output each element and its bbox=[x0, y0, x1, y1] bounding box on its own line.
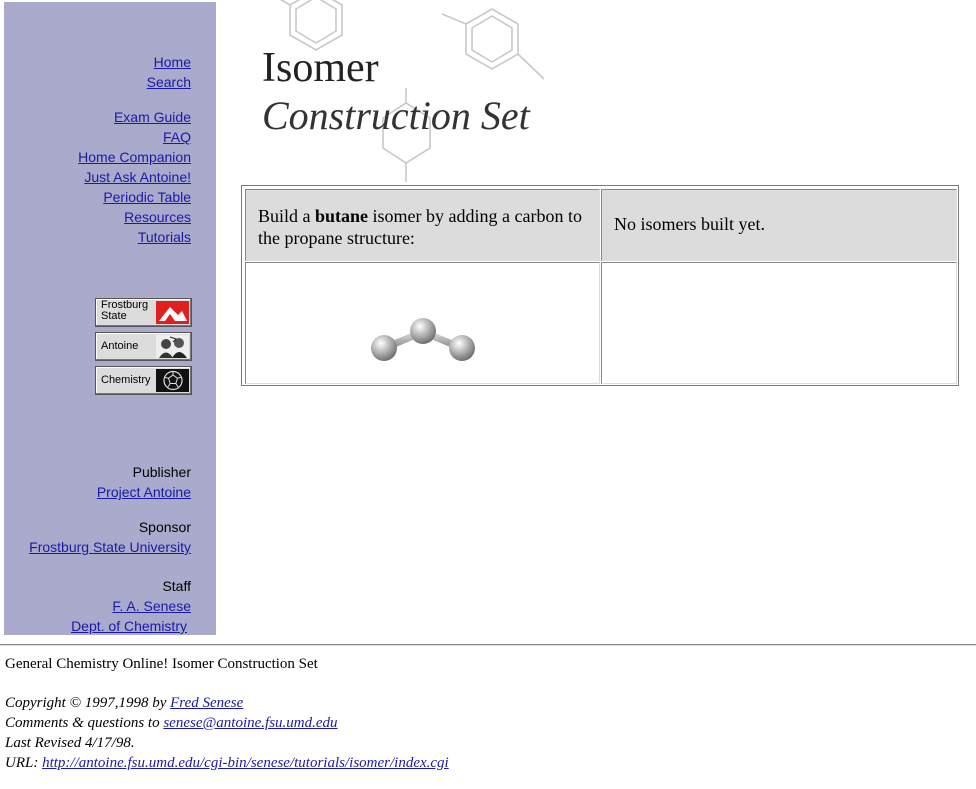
chemistry-badge-text: Chemistry bbox=[101, 374, 151, 386]
page-url-link[interactable]: http://antoine.fsu.umd.edu/cgi-bin/senes… bbox=[42, 755, 449, 771]
nav-link-search[interactable]: Search bbox=[147, 74, 191, 91]
sidebar: Home Search Exam Guide FAQ Home Companio… bbox=[4, 2, 216, 635]
nav-link-resources[interactable]: Resources bbox=[124, 209, 191, 226]
sponsor-link[interactable]: Frostburg State University bbox=[29, 539, 191, 556]
copyright-text: Copyright © 1997,1998 by bbox=[5, 695, 171, 711]
footer-title: General Chemistry Online! Isomer Constru… bbox=[5, 656, 318, 672]
url-label: URL: bbox=[5, 755, 43, 771]
instruction-text-bold: butane bbox=[315, 206, 369, 226]
carbon-atom-2[interactable] bbox=[410, 318, 436, 344]
nav-link-exam-guide[interactable]: Exam Guide bbox=[114, 109, 191, 126]
author-link[interactable]: Fred Senese bbox=[170, 695, 243, 711]
chemistry-badge[interactable]: Chemistry bbox=[95, 366, 192, 395]
footer-comments: Comments & questions to senese@antoine.f… bbox=[5, 715, 338, 732]
frostburg-badge-line2: State bbox=[101, 310, 127, 322]
nav-link-just-ask-antoine[interactable]: Just Ask Antoine! bbox=[84, 169, 191, 186]
isomer-status-text: No isomers built yet. bbox=[614, 214, 765, 234]
comments-text: Comments & questions to bbox=[5, 715, 164, 731]
nav-link-periodic-table[interactable]: Periodic Table bbox=[103, 189, 191, 206]
nav-link-home-companion[interactable]: Home Companion bbox=[78, 149, 191, 166]
footer-divider bbox=[0, 644, 976, 646]
staff-label: Staff bbox=[162, 578, 191, 594]
footer-copyright: Copyright © 1997,1998 by Fred Senese bbox=[5, 695, 243, 712]
mountain-logo-icon bbox=[156, 301, 189, 324]
carbon-atom-3[interactable] bbox=[449, 335, 475, 361]
sponsor-label: Sponsor bbox=[138, 519, 191, 535]
email-link[interactable]: senese@antoine.fsu.umd.edu bbox=[163, 715, 337, 731]
logo-title-isomer: Isomer bbox=[262, 45, 379, 91]
nav-link-faq[interactable]: FAQ bbox=[163, 129, 191, 146]
status-cell: No isomers built yet. bbox=[601, 189, 957, 261]
publisher-link[interactable]: Project Antoine bbox=[97, 484, 191, 501]
instruction-cell: Build a butane isomer by adding a carbon… bbox=[245, 189, 600, 261]
frostburg-state-badge[interactable]: Frostburg State bbox=[95, 298, 192, 327]
built-isomers-cell bbox=[601, 262, 957, 384]
footer-url: URL: http://antoine.fsu.umd.edu/cgi-bin/… bbox=[5, 755, 449, 772]
propane-molecule-graphic[interactable] bbox=[366, 313, 486, 373]
logo-title-construction-set: Construction Set bbox=[262, 93, 530, 138]
isomer-table: Build a butane isomer by adding a carbon… bbox=[241, 185, 959, 386]
carbon-atom-1[interactable] bbox=[371, 335, 397, 361]
instruction-text-pre: Build a bbox=[258, 206, 315, 226]
molecule-cell[interactable] bbox=[245, 262, 600, 384]
staff-link-dept-chemistry[interactable]: Dept. of Chemistry bbox=[71, 618, 187, 635]
frostburg-badge-text: Frostburg State bbox=[101, 300, 148, 322]
staff-link-senese[interactable]: F. A. Senese bbox=[112, 598, 191, 615]
antoine-portrait-icon bbox=[156, 335, 189, 358]
footer-revised: Last Revised 4/17/98. bbox=[5, 735, 135, 751]
antoine-badge[interactable]: Antoine bbox=[95, 332, 192, 361]
publisher-label: Publisher bbox=[132, 464, 191, 480]
nav-link-tutorials[interactable]: Tutorials bbox=[138, 229, 191, 246]
antoine-badge-text: Antoine bbox=[101, 340, 139, 352]
nav-link-home[interactable]: Home bbox=[154, 54, 191, 71]
buckyball-icon bbox=[156, 369, 189, 392]
